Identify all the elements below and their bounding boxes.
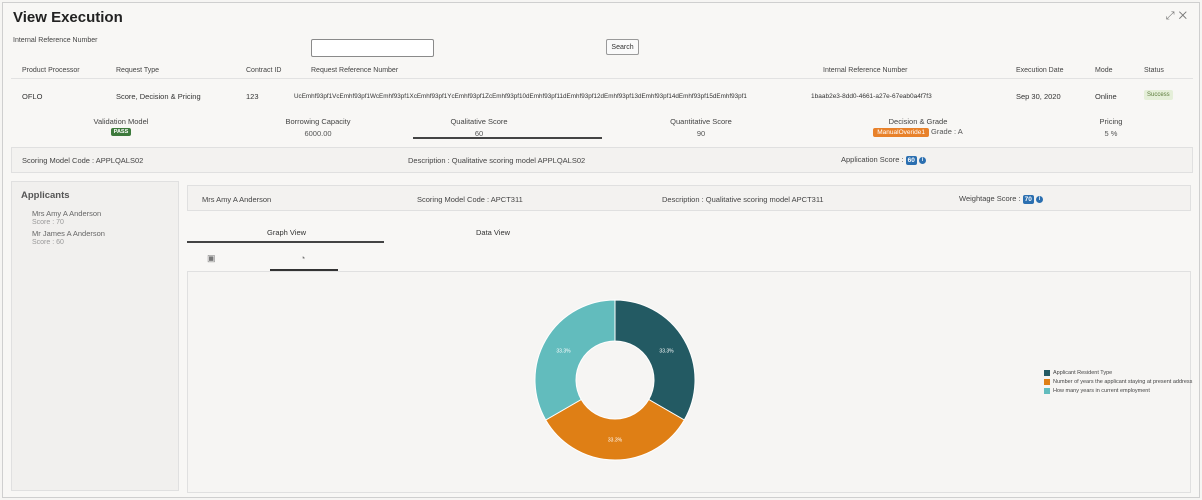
cell-mode: Online	[1095, 92, 1117, 101]
pricing: Pricing 5 %	[1081, 117, 1141, 138]
header-contract-id: Contract ID	[246, 67, 282, 74]
grade-value: Grade : A	[931, 127, 963, 136]
header-product-processor: Product Processor	[22, 67, 80, 74]
cell-request-reference: UcEmhf93pf1VcEmhf93pf1WcEmhf93pf1XcEmhf9…	[294, 93, 747, 100]
pie-chart-icon[interactable]: ◔	[300, 253, 305, 263]
weightage-score: Weightage Score : 70 i	[959, 194, 1043, 204]
applicant-model-code: Scoring Model Code : APCT311	[417, 195, 523, 204]
legend-swatch	[1044, 387, 1050, 394]
applicants-panel: Applicants Mrs Amy A Anderson Score : 70…	[11, 181, 179, 491]
view-execution-window: View Execution ⤢✕ Internal Reference Num…	[2, 2, 1200, 498]
legend-item[interactable]: Applicant Resident Type	[1044, 369, 1192, 378]
borrowing-capacity-label: Borrowing Capacity	[285, 117, 351, 126]
graph-tab-indicator	[187, 241, 384, 243]
chart-legend: Applicant Resident Type Number of years t…	[1044, 369, 1192, 396]
legend-label: Number of years the applicant staying at…	[1053, 379, 1193, 385]
applicant-name: Mr James A Anderson	[32, 229, 105, 238]
slice-label: 33.3%	[659, 348, 674, 354]
applicant-score: Score : 70	[32, 219, 64, 226]
donut-slice[interactable]	[614, 299, 696, 421]
chart-area: 33.3% 33.3% 33.3% Applicant Resident Type N…	[187, 271, 1192, 493]
window-controls: ⤢✕	[1166, 10, 1191, 23]
quantitative-score-tab[interactable]: Quantitative Score 90	[646, 117, 756, 138]
slice-label: 33.3%	[608, 438, 623, 444]
info-icon[interactable]: i	[1036, 195, 1043, 203]
donut-slice[interactable]	[534, 299, 616, 421]
quantitative-score-value: 90	[696, 129, 706, 138]
borrowing-capacity-value: 6000.00	[304, 129, 332, 138]
cell-contract-id: 123	[246, 92, 259, 101]
header-internal-reference: Internal Reference Number	[823, 67, 908, 74]
page-title: View Execution	[13, 9, 123, 26]
score-summary: Validation Model PASS Borrowing Capacity…	[11, 111, 1193, 145]
pricing-value: 5 %	[1104, 129, 1118, 138]
internal-reference-label: Internal Reference Number	[13, 37, 98, 44]
legend-swatch	[1044, 369, 1050, 376]
scoring-model-code: Scoring Model Code : APPLQALS02	[22, 156, 144, 165]
applicant-item[interactable]: Mrs Amy A Anderson Score : 70	[32, 209, 101, 227]
header-execution-date: Execution Date	[1016, 67, 1064, 74]
legend-swatch	[1044, 378, 1050, 385]
weightage-score-label: Weightage Score :	[959, 194, 1021, 203]
scoring-model-panel: Scoring Model Code : APPLQALS02 Descript…	[11, 147, 1193, 173]
scoring-model-description: Description : Qualitative scoring model …	[408, 156, 586, 165]
search-button[interactable]: Search	[606, 39, 639, 55]
pass-badge: PASS	[110, 128, 132, 136]
decision-grade: Decision & Grade ManualOveride1 Grade : …	[853, 117, 983, 137]
applicant-detail-name: Mrs Amy A Anderson	[202, 195, 272, 204]
qualitative-score-tab[interactable]: Qualitative Score 60	[429, 117, 529, 138]
legend-item[interactable]: How many years in current employment	[1044, 387, 1192, 396]
legend-label: Applicant Resident Type	[1053, 370, 1113, 376]
applicant-name: Mrs Amy A Anderson	[32, 209, 102, 218]
decision-badge: ManualOveride1	[873, 128, 929, 137]
application-score-label: Application Score :	[841, 155, 904, 164]
decision-grade-label: Decision & Grade	[888, 117, 948, 126]
quantitative-score-label: Quantitative Score	[670, 117, 732, 126]
expand-icon[interactable]: ⤢	[1166, 10, 1179, 22]
tab-graph-view[interactable]: Graph View	[267, 228, 306, 237]
qualitative-score-label: Qualitative Score	[450, 117, 508, 126]
applicant-model-description: Description : Qualitative scoring model …	[662, 195, 824, 204]
legend-item[interactable]: Number of years the applicant staying at…	[1044, 378, 1192, 387]
cell-execution-date: Sep 30, 2020	[1016, 92, 1061, 101]
decision-grade-values: ManualOveride1 Grade : A	[853, 127, 983, 137]
applicant-detail-panel: Mrs Amy A Anderson Scoring Model Code : …	[187, 185, 1191, 211]
header-mode: Mode	[1095, 67, 1113, 74]
cell-request-type: Score, Decision & Pricing	[116, 92, 201, 101]
status-badge: Success	[1144, 90, 1173, 100]
application-score-chip: 60	[905, 156, 917, 165]
pricing-label: Pricing	[1099, 117, 1123, 126]
internal-reference-input[interactable]	[311, 39, 434, 57]
donut-chart: 33.3% 33.3% 33.3%	[534, 299, 696, 461]
qualitative-tab-indicator	[413, 137, 602, 139]
header-status: Status	[1144, 67, 1164, 74]
cell-internal-reference: 1baab2e3-8dd0-4661-a27e-67eab0a4f7f3	[811, 93, 932, 100]
table-icon[interactable]: ▣	[207, 253, 216, 264]
search-row: Internal Reference Number Search	[3, 33, 1199, 61]
tab-data-view[interactable]: Data View	[476, 228, 510, 237]
legend-label: How many years in current employment	[1053, 388, 1150, 394]
applicants-title: Applicants	[21, 190, 70, 201]
applicant-item[interactable]: Mr James A Anderson Score : 60	[32, 229, 105, 247]
applicant-score: Score : 60	[32, 239, 64, 246]
header-request-type: Request Type	[116, 67, 160, 74]
header-divider	[11, 78, 1193, 79]
info-icon[interactable]: i	[918, 156, 926, 164]
borrowing-capacity: Borrowing Capacity 6000.00	[263, 117, 373, 138]
header-request-reference: Request Reference Number	[311, 67, 399, 74]
cell-product-processor: OFLO	[22, 92, 43, 101]
weightage-score-chip: 70	[1022, 195, 1034, 204]
validation-model: Validation Model PASS	[71, 117, 171, 136]
application-score: Application Score : 60 i	[841, 155, 926, 165]
close-icon[interactable]: ✕	[1179, 10, 1191, 22]
title-bar: View Execution ⤢✕	[3, 3, 1199, 31]
validation-model-label: Validation Model	[93, 117, 149, 126]
slice-label: 33.3%	[556, 348, 571, 354]
